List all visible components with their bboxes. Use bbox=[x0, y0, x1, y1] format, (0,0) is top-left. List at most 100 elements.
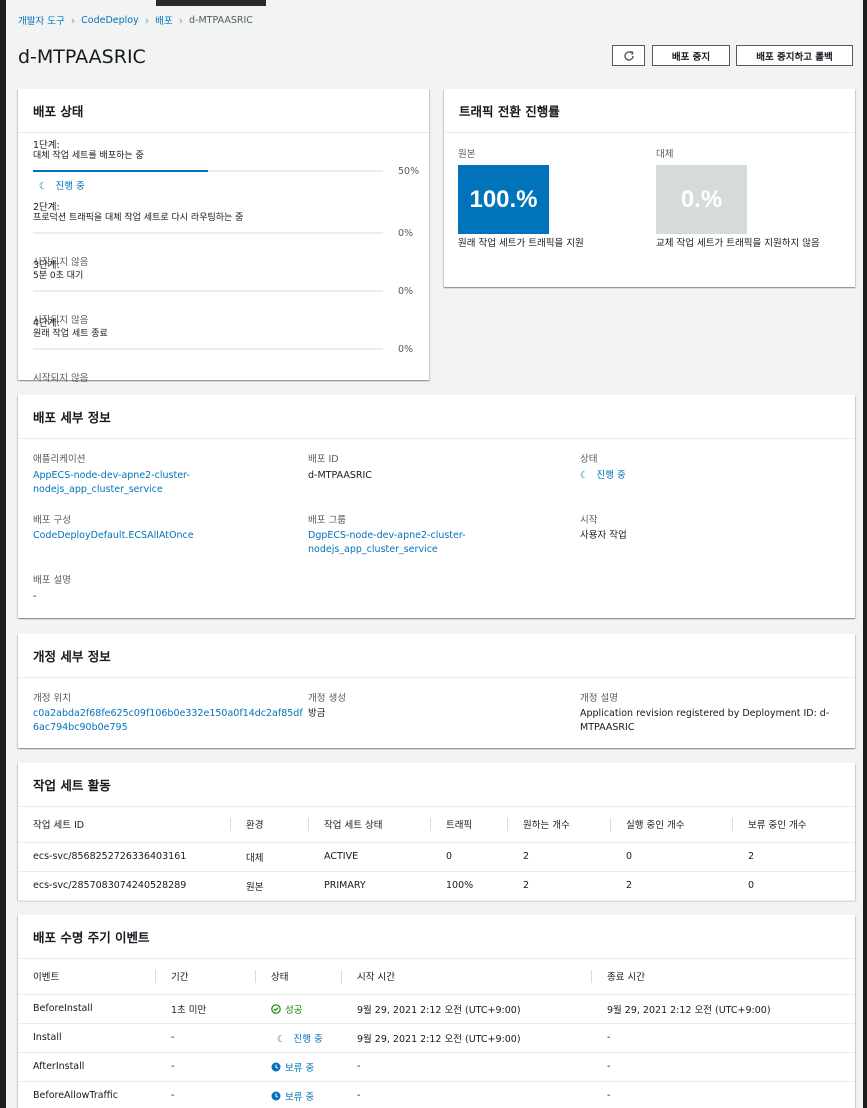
card-title: 배포 세부 정보 bbox=[18, 395, 855, 439]
step-description: 대체 작업 세트를 배포하는 중 bbox=[33, 151, 144, 161]
table-cell: 0 bbox=[611, 842, 733, 872]
step-progress-bar bbox=[33, 348, 383, 350]
refresh-button[interactable] bbox=[612, 45, 645, 66]
in-progress-icon: ☾ bbox=[277, 1033, 286, 1045]
event-name: BeforeInstall bbox=[18, 994, 156, 1024]
column-header[interactable]: 작업 세트 ID bbox=[18, 807, 231, 843]
column-header[interactable]: 시작 시간 bbox=[342, 959, 592, 995]
in-progress-icon: ☾ bbox=[39, 181, 48, 192]
revision-details-card: 개정 세부 정보 개정 위치 c0a2abda2f68fe625c09f106b… bbox=[18, 634, 855, 748]
step-state: 시작되지 않음 bbox=[33, 373, 89, 384]
breadcrumb: 개발자 도구 › CodeDeploy › 배포 › d-MTPAASRIC bbox=[18, 13, 253, 28]
step-progress-bar bbox=[33, 290, 383, 292]
step-progress-bar bbox=[33, 232, 383, 234]
event-status-text: 보류 중 bbox=[285, 1062, 315, 1074]
stop-and-rollback-button[interactable]: 배포 중지하고 롤백 bbox=[736, 45, 853, 66]
table-cell: 2 bbox=[508, 871, 611, 901]
initiated-value: 사용자 작업 bbox=[580, 530, 627, 541]
breadcrumb-dev-tools[interactable]: 개발자 도구 bbox=[18, 13, 65, 27]
application-link[interactable]: AppECS-node-dev-apne2-cluster-nodejs_app… bbox=[33, 469, 233, 497]
lifecycle-events-card: 배포 수명 주기 이벤트 이벤트 기간 상태 시작 시간 종료 시간 BeforeIns… bbox=[18, 915, 855, 1108]
status-value: ☾ 진행 중 bbox=[580, 469, 626, 483]
event-start-time: 9월 29, 2021 2:12 오전 (UTC+9:00) bbox=[342, 1023, 592, 1053]
chevron-right-icon: › bbox=[144, 13, 150, 27]
clock-icon bbox=[271, 1091, 281, 1103]
breadcrumb-codedeploy[interactable]: CodeDeploy bbox=[81, 15, 139, 26]
column-header[interactable]: 종료 시간 bbox=[592, 959, 855, 995]
table-row: BeforeInstall 1초 미만 성공 9월 29, 2021 2:12 오전 … bbox=[18, 994, 855, 1024]
step-label: 2단계: bbox=[33, 202, 60, 213]
original-traffic-tile: 100.% bbox=[458, 165, 549, 234]
event-start-time: 9월 29, 2021 2:12 오전 (UTC+9:00) bbox=[342, 994, 592, 1024]
revision-desc-label: 개정 설명 bbox=[580, 693, 618, 704]
event-duration: - bbox=[156, 1052, 256, 1082]
event-duration: - bbox=[156, 1081, 256, 1108]
column-header[interactable]: 이벤트 bbox=[18, 959, 156, 995]
in-progress-icon: ☾ bbox=[580, 470, 589, 481]
table-row: BeforeAllowTraffic - 보류 중-- bbox=[18, 1081, 855, 1108]
table-row: ecs-svc/2857083074240528289 원본 PRIMARY 100%… bbox=[18, 871, 855, 901]
event-end-time: - bbox=[592, 1081, 855, 1108]
event-duration: - bbox=[156, 1023, 256, 1053]
column-header[interactable]: 상태 bbox=[256, 959, 342, 995]
description-value: - bbox=[33, 591, 37, 602]
column-header[interactable]: 원하는 개수 bbox=[508, 807, 611, 843]
step-percent: 0% bbox=[398, 228, 414, 239]
column-header[interactable]: 작업 세트 상태 bbox=[309, 807, 431, 843]
description-label: 배포 설명 bbox=[33, 575, 71, 586]
event-status: 성공 bbox=[256, 994, 342, 1024]
replacement-label: 대체 bbox=[656, 149, 674, 160]
table-row: AfterInstall - 보류 중-- bbox=[18, 1052, 855, 1082]
top-strip bbox=[156, 0, 266, 6]
table-cell: 100% bbox=[431, 871, 508, 901]
event-name: Install bbox=[18, 1023, 156, 1053]
table-cell: 2 bbox=[508, 842, 611, 872]
breadcrumb-deployments[interactable]: 배포 bbox=[155, 13, 172, 27]
step-state-text: 진행 중 bbox=[55, 181, 85, 192]
task-set-activity-card: 작업 세트 활동 작업 세트 ID 환경 작업 세트 상태 트래픽 원하는 개수 실행 중… bbox=[18, 763, 855, 901]
revision-created-label: 개정 생성 bbox=[308, 693, 346, 704]
config-link[interactable]: CodeDeployDefault.ECSAllAtOnce bbox=[33, 529, 194, 543]
refresh-icon bbox=[623, 50, 634, 61]
chevron-right-icon: › bbox=[70, 13, 76, 27]
table-row: ecs-svc/8568252726336403161 대체 ACTIVE 0 2 0 2 bbox=[18, 842, 855, 872]
step-progress-bar bbox=[33, 170, 383, 172]
stop-deployment-button[interactable]: 배포 중지 bbox=[652, 45, 730, 66]
table-cell: 2 bbox=[733, 842, 855, 872]
column-header[interactable]: 환경 bbox=[231, 807, 309, 843]
group-label: 배포 그룹 bbox=[308, 515, 346, 526]
column-header[interactable]: 트래픽 bbox=[431, 807, 508, 843]
event-status-text: 진행 중 bbox=[293, 1033, 323, 1045]
event-end-time: 9월 29, 2021 2:12 오전 (UTC+9:00) bbox=[592, 994, 855, 1024]
column-header[interactable]: 실행 중인 개수 bbox=[611, 807, 733, 843]
replacement-traffic-desc: 교체 작업 세트가 트래픽을 지원하지 않음 bbox=[656, 238, 820, 249]
step-description: 5분 0초 대기 bbox=[33, 271, 84, 281]
revision-desc-value: Application revision registered by Deplo… bbox=[580, 708, 830, 733]
step-description: 원래 작업 세트 종료 bbox=[33, 329, 108, 339]
table-cell: ecs-svc/2857083074240528289 bbox=[18, 871, 231, 901]
lifecycle-events-table: 이벤트 기간 상태 시작 시간 종료 시간 BeforeInstall 1초 미만 성공 9월… bbox=[18, 959, 855, 1108]
column-header[interactable]: 기간 bbox=[156, 959, 256, 995]
card-title: 개정 세부 정보 bbox=[18, 634, 855, 678]
deployment-status-card: 배포 상태 1단계: 대체 작업 세트를 배포하는 중 50% ☾ 진행 중 2단계: 프로… bbox=[18, 89, 429, 384]
card-title: 작업 세트 활동 bbox=[18, 763, 855, 807]
event-name: AfterInstall bbox=[18, 1052, 156, 1082]
revision-location-link[interactable]: c0a2abda2f68fe625c09f106b0e332e150a0f14d… bbox=[33, 707, 303, 735]
event-end-time: - bbox=[592, 1023, 855, 1053]
table-cell: 대체 bbox=[231, 842, 309, 872]
group-link[interactable]: DgpECS-node-dev-apne2-cluster-nodejs_app… bbox=[308, 529, 493, 557]
replacement-traffic-tile: 0.% bbox=[656, 165, 747, 234]
step-progress-fill bbox=[33, 170, 208, 172]
event-duration: 1초 미만 bbox=[156, 994, 256, 1024]
deployment-id-value: d-MTPAASRIC bbox=[308, 470, 372, 481]
step-percent: 50% bbox=[398, 166, 420, 177]
original-label: 원본 bbox=[458, 149, 476, 160]
column-header[interactable]: 보류 중인 개수 bbox=[733, 807, 855, 843]
table-cell: 2 bbox=[611, 871, 733, 901]
revision-created-value: 방금 bbox=[308, 708, 326, 719]
clock-icon bbox=[271, 1062, 281, 1074]
table-cell: 0 bbox=[431, 842, 508, 872]
event-status: 보류 중 bbox=[256, 1052, 342, 1082]
table-row: Install - ☾ 진행 중 9월 29, 2021 2:12 오전 (UTC+9:… bbox=[18, 1023, 855, 1053]
event-name: BeforeAllowTraffic bbox=[18, 1081, 156, 1108]
